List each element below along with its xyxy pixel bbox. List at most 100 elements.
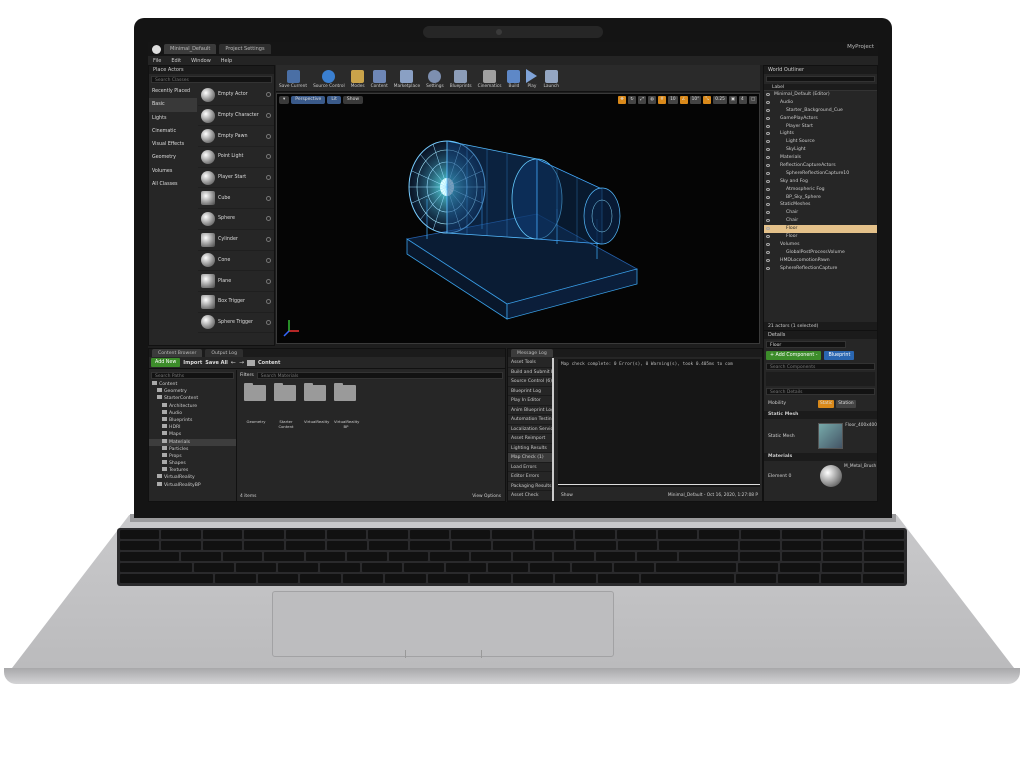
- message-category[interactable]: Load Errors: [508, 463, 552, 472]
- visibility-eye-icon[interactable]: [766, 164, 770, 168]
- visibility-eye-icon[interactable]: [766, 124, 770, 128]
- category-all-classes[interactable]: All Classes: [149, 178, 197, 191]
- outliner-row[interactable]: HMDLocomotionPawn: [764, 257, 877, 265]
- add-component-button[interactable]: + Add Component -: [766, 351, 822, 360]
- blueprint-button[interactable]: Blueprint: [824, 351, 855, 360]
- modes-button[interactable]: Modes: [348, 70, 368, 89]
- message-category[interactable]: Asset Tools: [508, 358, 552, 368]
- search-materials-input[interactable]: Search Materials: [256, 372, 503, 379]
- search-classes-input[interactable]: Search Classes: [151, 76, 272, 83]
- grid-snap-value[interactable]: 10: [668, 96, 678, 104]
- outliner-label-column[interactable]: Label: [764, 84, 877, 91]
- actor-item[interactable]: Empty Character: [198, 106, 274, 127]
- material-name[interactable]: M_Metal_Brush: [844, 464, 876, 469]
- search-details-input[interactable]: Search Details: [766, 388, 875, 395]
- outliner-row[interactable]: Starter_Background_Cue: [764, 107, 877, 115]
- actor-item[interactable]: Cylinder: [198, 230, 274, 251]
- folder-tree-item[interactable]: Props: [149, 452, 236, 460]
- visibility-eye-icon[interactable]: [766, 100, 770, 104]
- message-category[interactable]: Editor Errors: [508, 472, 552, 482]
- outliner-row[interactable]: SkyLight: [764, 146, 877, 154]
- actor-item[interactable]: Sphere: [198, 209, 274, 230]
- folder-tile[interactable]: Starter Content: [274, 383, 298, 429]
- message-scrollbar[interactable]: [558, 483, 760, 485]
- menu-file[interactable]: File: [148, 58, 166, 64]
- actor-item[interactable]: Point Light: [198, 147, 274, 168]
- outliner-row[interactable]: Floor: [764, 233, 877, 241]
- folder-tree-item[interactable]: Content: [149, 381, 236, 388]
- stationary-toggle[interactable]: Station: [836, 400, 856, 408]
- menu-help[interactable]: Help: [216, 58, 237, 64]
- tab-content-browser[interactable]: Content Browser: [152, 349, 203, 357]
- visibility-eye-icon[interactable]: [766, 258, 770, 262]
- message-category[interactable]: Asset Check: [508, 491, 552, 501]
- search-paths-input[interactable]: Search Paths: [151, 372, 234, 379]
- blueprints-button[interactable]: Blueprints: [447, 70, 475, 89]
- visibility-eye-icon[interactable]: [766, 187, 770, 191]
- outliner-row[interactable]: Floor: [764, 225, 877, 234]
- outliner-row[interactable]: StaticMeshes: [764, 201, 877, 209]
- message-category[interactable]: Localization Servic: [508, 425, 552, 434]
- outliner-row[interactable]: Light Source: [764, 138, 877, 146]
- tab-output-log[interactable]: Output Log: [205, 349, 243, 357]
- translate-icon[interactable]: ✥: [618, 96, 627, 104]
- save-all-button[interactable]: Save All: [205, 360, 228, 366]
- level-viewport[interactable]: ▾ Perspective Lit Show ✥ ↻ ⤢ ◍ # 10 ∠ 10…: [276, 93, 760, 344]
- view-options-button[interactable]: View Options: [472, 494, 501, 499]
- outliner-row[interactable]: SphereReflectionCapture10: [764, 170, 877, 178]
- show-dropdown[interactable]: Show: [561, 493, 573, 498]
- folder-tile[interactable]: VirtualReality: [304, 383, 329, 429]
- outliner-row[interactable]: SphereReflectionCapture: [764, 265, 877, 273]
- settings-button[interactable]: Settings: [423, 70, 447, 89]
- tab-project-settings[interactable]: Project Settings: [219, 44, 271, 54]
- tab-message-log[interactable]: Message Log: [511, 349, 553, 357]
- folder-tile[interactable]: VirtualReality BP: [334, 383, 359, 429]
- content-button[interactable]: Content: [368, 70, 391, 89]
- maximize-icon[interactable]: □: [748, 96, 757, 104]
- folder-tree-item[interactable]: Blueprints: [149, 416, 236, 424]
- camera-speed-value[interactable]: 4: [738, 96, 747, 104]
- visibility-eye-icon[interactable]: [766, 235, 770, 239]
- actor-item[interactable]: Box Trigger: [198, 292, 274, 313]
- message-category[interactable]: Asset Reimport: [508, 434, 552, 444]
- cinematics-button[interactable]: Cinematics: [475, 70, 505, 89]
- outliner-row[interactable]: BP_Sky_Sphere: [764, 194, 877, 202]
- folder-tree-item[interactable]: StarterContent: [149, 395, 236, 402]
- rotate-icon[interactable]: ↻: [628, 96, 637, 104]
- folder-tree-item[interactable]: Materials: [149, 438, 236, 446]
- actor-item[interactable]: Empty Actor: [198, 85, 274, 106]
- outliner-row[interactable]: Volumes: [764, 241, 877, 249]
- back-arrow-icon[interactable]: ←: [231, 359, 236, 366]
- visibility-eye-icon[interactable]: [766, 195, 770, 199]
- outliner-row[interactable]: Chair: [764, 209, 877, 217]
- outliner-row[interactable]: Chair: [764, 217, 877, 225]
- visibility-eye-icon[interactable]: [766, 140, 770, 144]
- message-category[interactable]: Play In Editor: [508, 396, 552, 406]
- add-new-button[interactable]: Add New: [151, 358, 181, 367]
- menu-edit[interactable]: Edit: [166, 58, 186, 64]
- source-control-button[interactable]: Source Control: [310, 70, 348, 89]
- play-button[interactable]: Play: [523, 69, 540, 89]
- visibility-eye-icon[interactable]: [766, 108, 770, 112]
- search-components-input[interactable]: Search Components: [766, 363, 875, 370]
- mesh-name[interactable]: Floor_400x400: [845, 423, 877, 428]
- message-category[interactable]: Packaging Results: [508, 482, 552, 491]
- folder-tree-item[interactable]: Architecture: [149, 402, 236, 410]
- visibility-eye-icon[interactable]: [766, 148, 770, 152]
- mesh-thumbnail[interactable]: [818, 423, 844, 449]
- visibility-eye-icon[interactable]: [766, 219, 770, 223]
- outliner-row[interactable]: GlobalPostProcessVolume: [764, 249, 877, 257]
- folder-tree-item[interactable]: Textures: [149, 467, 236, 474]
- category-recently-placed[interactable]: Recently Placed: [149, 85, 197, 98]
- visibility-eye-icon[interactable]: [766, 227, 770, 231]
- category-lights[interactable]: Lights: [149, 112, 197, 125]
- actor-item[interactable]: Player Start: [198, 168, 274, 189]
- message-category[interactable]: Map Check (1): [508, 453, 552, 463]
- scale-snap-value[interactable]: 0.25: [713, 96, 727, 104]
- scale-icon[interactable]: ⤢: [638, 96, 647, 104]
- visibility-eye-icon[interactable]: [766, 242, 770, 246]
- outliner-row[interactable]: ReflectionCaptureActors: [764, 162, 877, 170]
- outliner-row[interactable]: GamePlayActors: [764, 115, 877, 123]
- message-category[interactable]: Blueprint Log: [508, 387, 552, 396]
- outliner-row[interactable]: Minimal_Default (Editor): [764, 91, 877, 99]
